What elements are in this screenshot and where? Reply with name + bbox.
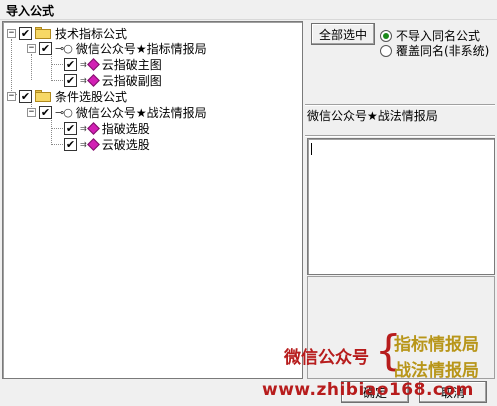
formula-gem-icon <box>86 73 100 87</box>
node-checkbox[interactable]: ✔ <box>64 57 77 71</box>
tree-node-formula[interactable]: ✔ ⇉ 云指破副图 <box>61 72 162 88</box>
folder-icon <box>35 90 51 102</box>
tree-node-formula[interactable]: ✔ ⇉ 云指破主图 <box>61 56 162 72</box>
node-checkbox[interactable]: ✔ <box>19 26 32 40</box>
tree-line <box>51 118 52 145</box>
collapse-icon[interactable]: − <box>7 28 16 38</box>
tree-line <box>11 39 12 95</box>
tree-node-label: 微信公众号★战法情报局 <box>75 105 207 120</box>
radio-button[interactable] <box>380 44 392 57</box>
key-icon: ⊸○ <box>55 41 73 55</box>
tree-line <box>51 54 52 81</box>
tree-node-indicator-bureau[interactable]: − ✔ ⊸○ 微信公众号★指标情报局 <box>27 40 207 56</box>
node-checkbox[interactable]: ✔ <box>64 121 77 135</box>
divider <box>305 104 495 106</box>
watermark-right-line1: 指标情报局 <box>394 335 479 355</box>
watermark-right-line2: 战法情报局 <box>394 361 479 381</box>
node-checkbox[interactable]: ✔ <box>19 89 32 103</box>
selected-formula-name: 微信公众号★战法情报局 <box>307 109 438 123</box>
tree-node-label: 云指破主图 <box>101 57 162 72</box>
formula-gem-icon <box>86 121 100 135</box>
collapse-icon[interactable]: − <box>27 107 36 117</box>
watermark-left-text: 微信公众号 <box>284 348 369 368</box>
select-all-button[interactable]: 全部选中 <box>311 23 375 45</box>
radio-label: 覆盖同名(非系统) <box>396 44 490 58</box>
node-checkbox[interactable]: ✔ <box>39 105 52 119</box>
tree-node-stock-selection[interactable]: − ✔ 条件选股公式 <box>7 88 127 104</box>
text-caret <box>311 143 312 155</box>
radio-button[interactable] <box>380 29 392 42</box>
tree-node-label: 云破选股 <box>101 137 150 152</box>
watermark-url: www.zhibiao168.com <box>262 380 474 400</box>
formula-gem-icon <box>86 57 100 71</box>
node-checkbox[interactable]: ✔ <box>64 73 77 87</box>
folder-icon <box>35 27 51 39</box>
node-checkbox[interactable]: ✔ <box>64 137 77 151</box>
tree-node-label: 微信公众号★指标情报局 <box>75 41 207 56</box>
tree-line <box>31 54 32 80</box>
description-textarea[interactable] <box>307 138 495 275</box>
key-icon: ⊸○ <box>55 105 73 119</box>
formula-gem-icon <box>86 137 100 151</box>
tree-node-label: 指破选股 <box>101 121 150 136</box>
tree-node-formula[interactable]: ✔ ⇉ 指破选股 <box>61 120 150 136</box>
collapse-icon[interactable]: − <box>7 91 16 101</box>
dialog-title: 导入公式 <box>0 0 497 20</box>
divider <box>305 135 495 137</box>
collapse-icon[interactable]: − <box>27 43 36 53</box>
tree-node-label: 条件选股公式 <box>55 89 128 104</box>
tree-node-tactics-bureau[interactable]: − ✔ ⊸○ 微信公众号★战法情报局 <box>27 104 207 120</box>
formula-tree[interactable]: − ✔ 技术指标公式 − ✔ ⊸○ 微信公众号★指标情报局 ✔ ⇉ 云指破主图 … <box>2 21 303 379</box>
tree-node-formula[interactable]: ✔ ⇉ 云破选股 <box>61 136 150 152</box>
tree-node-label: 云指破副图 <box>101 73 162 88</box>
radio-overwrite[interactable]: 覆盖同名(非系统) <box>380 42 489 59</box>
node-checkbox[interactable]: ✔ <box>39 41 52 55</box>
